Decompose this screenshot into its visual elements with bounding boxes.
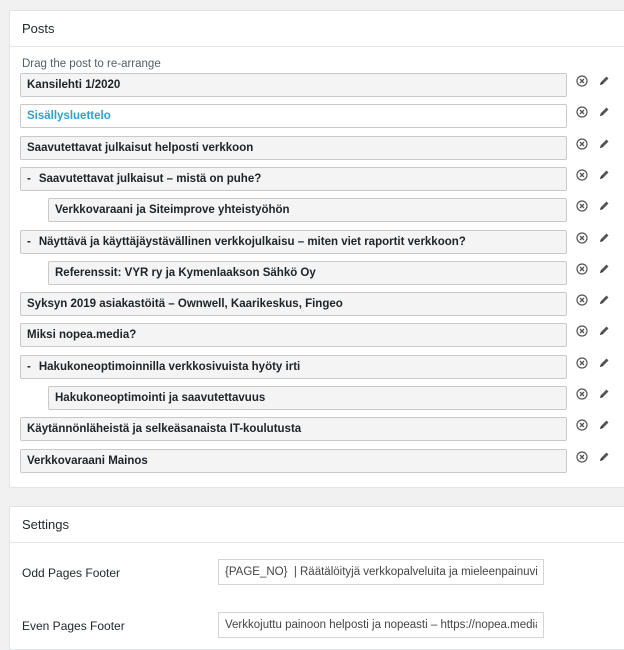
post-title: Referenssit: VYR ry ja Kymenlaakson Sähk… [55,267,316,279]
post-title: Saavutettavat julkaisut – mistä on puhe? [38,173,262,185]
edit-post-icon[interactable] [597,324,611,338]
post-title: Käytännönläheistä ja selkeäsanaista IT-k… [27,423,302,435]
edit-post-icon[interactable] [597,387,611,401]
settings-title: Settings [22,517,69,532]
edit-post-icon[interactable] [597,137,611,151]
post-row[interactable]: Verkkovaraani Mainos [20,449,567,473]
edit-post-icon[interactable] [597,105,611,119]
remove-post-icon[interactable] [575,137,589,151]
posts-title: Posts [22,21,55,36]
post-row[interactable]: Syksyn 2019 asiakastöitä – Ownwell, Kaar… [20,292,567,316]
post-row[interactable]: Miksi nopea.media? [20,323,567,347]
remove-post-icon[interactable] [575,74,589,88]
settings-panel-header: Settings [10,507,624,543]
edit-post-icon[interactable] [597,74,611,88]
post-row[interactable]: Kansilehti 1/2020 [20,73,567,97]
nesting-dash: - [27,173,31,185]
edit-post-icon[interactable] [597,231,611,245]
post-title: Verkkovaraani ja Siteimprove yhteistyöhö… [55,204,290,216]
odd-footer-input[interactable] [218,559,544,585]
post-title: Syksyn 2019 asiakastöitä – Ownwell, Kaar… [27,298,343,310]
nesting-dash: - [27,236,31,248]
post-title: Näyttävä ja käyttäjäystävällinen verkkoj… [38,236,466,248]
edit-post-icon[interactable] [597,450,611,464]
odd-footer-label: Odd Pages Footer [22,566,121,580]
remove-post-icon[interactable] [575,450,589,464]
remove-post-icon[interactable] [575,231,589,245]
remove-post-icon[interactable] [575,105,589,119]
remove-post-icon[interactable] [575,293,589,307]
edit-post-icon[interactable] [597,418,611,432]
post-row[interactable]: Hakukoneoptimointi ja saavutettavuus [48,386,567,410]
even-footer-label: Even Pages Footer [22,619,125,633]
edit-post-icon[interactable] [597,293,611,307]
remove-post-icon[interactable] [575,418,589,432]
post-title: Hakukoneoptimoinnilla verkkosivuista hyö… [38,361,301,373]
post-title: Miksi nopea.media? [27,329,137,341]
post-row[interactable]: Käytännönläheistä ja selkeäsanaista IT-k… [20,417,567,441]
posts-panel-header: Posts [10,11,624,47]
settings-panel: Settings Odd Pages Footer Even Pages Foo… [9,506,624,650]
post-title: Saavutettavat julkaisut helposti verkkoo… [27,142,254,154]
remove-post-icon[interactable] [575,262,589,276]
posts-panel: Posts Drag the post to re-arrange Kansil… [9,10,624,488]
post-title: Verkkovaraani Mainos [27,455,148,467]
post-row[interactable]: Sisällysluettelo [20,104,567,128]
edit-post-icon[interactable] [597,168,611,182]
post-row[interactable]: - Hakukoneoptimoinnilla verkkosivuista hy… [20,355,567,379]
edit-post-icon[interactable] [597,199,611,213]
post-title: Hakukoneoptimointi ja saavutettavuus [55,392,266,404]
remove-post-icon[interactable] [575,324,589,338]
nesting-dash: - [27,361,31,373]
post-title: Sisällysluettelo [27,110,111,122]
remove-post-icon[interactable] [575,168,589,182]
remove-post-icon[interactable] [575,199,589,213]
post-row[interactable]: - Saavutettavat julkaisut – mistä on puhe… [20,167,567,191]
post-title: Kansilehti 1/2020 [27,79,121,91]
edit-post-icon[interactable] [597,356,611,370]
remove-post-icon[interactable] [575,356,589,370]
post-row[interactable]: Verkkovaraani ja Siteimprove yhteistyöhö… [48,198,567,222]
post-row[interactable]: Referenssit: VYR ry ja Kymenlaakson Sähk… [48,261,567,285]
edit-post-icon[interactable] [597,262,611,276]
even-footer-input[interactable] [218,612,544,638]
drag-hint: Drag the post to re-arrange [22,58,161,70]
post-row[interactable]: - Näyttävä ja käyttäjäystävällinen verkko… [20,230,567,254]
remove-post-icon[interactable] [575,387,589,401]
post-row[interactable]: Saavutettavat julkaisut helposti verkkoo… [20,136,567,160]
